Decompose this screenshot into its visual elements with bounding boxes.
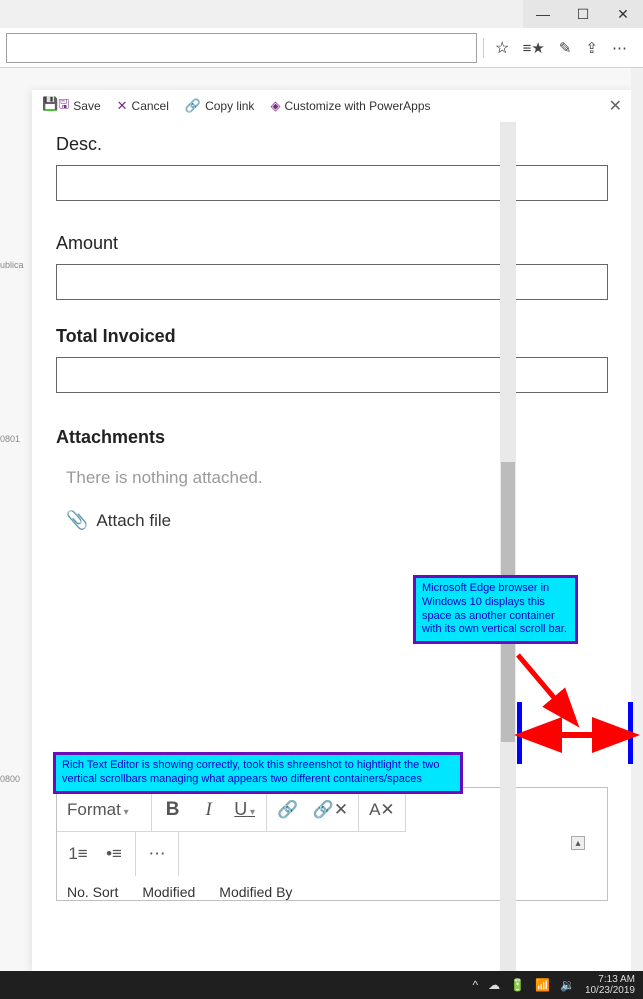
favorite-icon[interactable]: ☆: [483, 38, 513, 58]
rte-scroll-up[interactable]: ▴: [571, 836, 585, 850]
rte-col-modified-by: Modified By: [219, 884, 292, 900]
desc-label: Desc.: [56, 134, 608, 155]
amount-input[interactable]: [56, 264, 608, 300]
customize-button[interactable]: ◈ Customize with PowerApps: [270, 98, 430, 114]
bg-text-fragment: ublica: [0, 258, 30, 272]
panel-scrollbar[interactable]: [500, 122, 516, 971]
browser-scrollbar[interactable]: [631, 68, 643, 971]
paperclip-icon: 📎: [66, 510, 88, 531]
address-bar-row: ☆ ≡★ ✎ ⇪ ⋯: [0, 28, 643, 68]
tray-network-icon[interactable]: 📶: [535, 978, 550, 992]
powerapps-icon: ◈: [270, 98, 280, 114]
favorites-list-icon[interactable]: ≡★: [523, 39, 545, 57]
taskbar-date: 10/23/2019: [585, 985, 635, 996]
total-invoiced-input[interactable]: [56, 357, 608, 393]
window-minimize[interactable]: —: [523, 0, 563, 28]
taskbar-time: 7:13 AM: [585, 974, 635, 985]
close-panel-button[interactable]: ✕: [609, 96, 622, 116]
attach-file-button[interactable]: 📎 Attach file: [56, 506, 608, 551]
ink-icon[interactable]: ✎: [559, 39, 572, 57]
rte-italic-button[interactable]: I: [198, 799, 220, 821]
tray-battery-icon[interactable]: 🔋: [510, 978, 525, 992]
window-maximize[interactable]: ☐: [563, 0, 603, 28]
cancel-label: Cancel: [132, 99, 169, 113]
customize-label: Customize with PowerApps: [284, 99, 430, 113]
address-input[interactable]: [6, 33, 477, 63]
link-icon: 🔗: [185, 98, 201, 114]
tray-overflow-icon[interactable]: ^: [472, 978, 478, 992]
rte-unlink-button[interactable]: 🔗✕: [313, 800, 348, 820]
save-icon: 🖫: [42, 95, 69, 117]
annotation-bar-right: [628, 702, 633, 764]
more-icon[interactable]: ⋯: [612, 39, 627, 57]
total-invoiced-label: Total Invoiced: [56, 326, 608, 347]
copy-link-button[interactable]: 🔗 Copy link: [185, 98, 255, 114]
rich-text-editor: Format B I U 🔗 🔗✕ A✕ 1≡ •≡: [56, 787, 608, 901]
attachments-empty-text: There is nothing attached.: [56, 448, 608, 506]
bg-text-fragment: 0801: [0, 432, 30, 446]
share-icon[interactable]: ⇪: [585, 39, 598, 57]
save-button[interactable]: 🖫 Save: [42, 95, 101, 117]
attachments-label: Attachments: [56, 427, 608, 448]
rte-col-modified: Modified: [142, 884, 195, 900]
annotation-bar-left: [517, 702, 522, 764]
copy-link-label: Copy link: [205, 99, 254, 113]
cancel-button[interactable]: ✕ Cancel: [117, 98, 169, 114]
attach-file-label: Attach file: [96, 511, 171, 531]
rte-col-no-sort: No. Sort: [67, 884, 118, 900]
rte-clear-format-button[interactable]: A✕: [369, 800, 395, 820]
rte-ordered-list-button[interactable]: 1≡: [67, 844, 89, 864]
command-bar: 🖫 Save ✕ Cancel 🔗 Copy link ◈ Customize with…: [32, 90, 632, 122]
tray-onedrive-icon[interactable]: ☁: [488, 978, 500, 992]
taskbar-clock[interactable]: 7:13 AM 10/23/2019: [585, 974, 635, 996]
taskbar: ^ ☁ 🔋 📶 🔉 7:13 AM 10/23/2019: [0, 971, 643, 999]
rte-link-button[interactable]: 🔗: [277, 800, 299, 820]
bg-text-fragment: 0800: [0, 772, 30, 786]
rte-bold-button[interactable]: B: [162, 799, 184, 821]
rte-more-button[interactable]: ⋯: [146, 844, 168, 864]
annotation-edge-scrollbar: Microsoft Edge browser in Windows 10 dis…: [413, 575, 578, 644]
save-label: Save: [73, 99, 100, 113]
amount-label: Amount: [56, 233, 608, 254]
annotation-rte-scrollbars: Rich Text Editor is showing correctly, t…: [53, 752, 463, 794]
rte-format-dropdown[interactable]: Format: [67, 800, 129, 820]
desc-input[interactable]: [56, 165, 608, 201]
form-body: Desc. Amount Total Invoiced Attachments …: [32, 122, 632, 971]
tray-volume-icon[interactable]: 🔉: [560, 978, 575, 992]
form-panel: 🖫 Save ✕ Cancel 🔗 Copy link ◈ Customize with…: [32, 90, 632, 971]
rte-unordered-list-button[interactable]: •≡: [103, 844, 125, 864]
window-close[interactable]: ✕: [603, 0, 643, 28]
rte-underline-button[interactable]: U: [234, 799, 256, 820]
cancel-icon: ✕: [117, 98, 128, 114]
